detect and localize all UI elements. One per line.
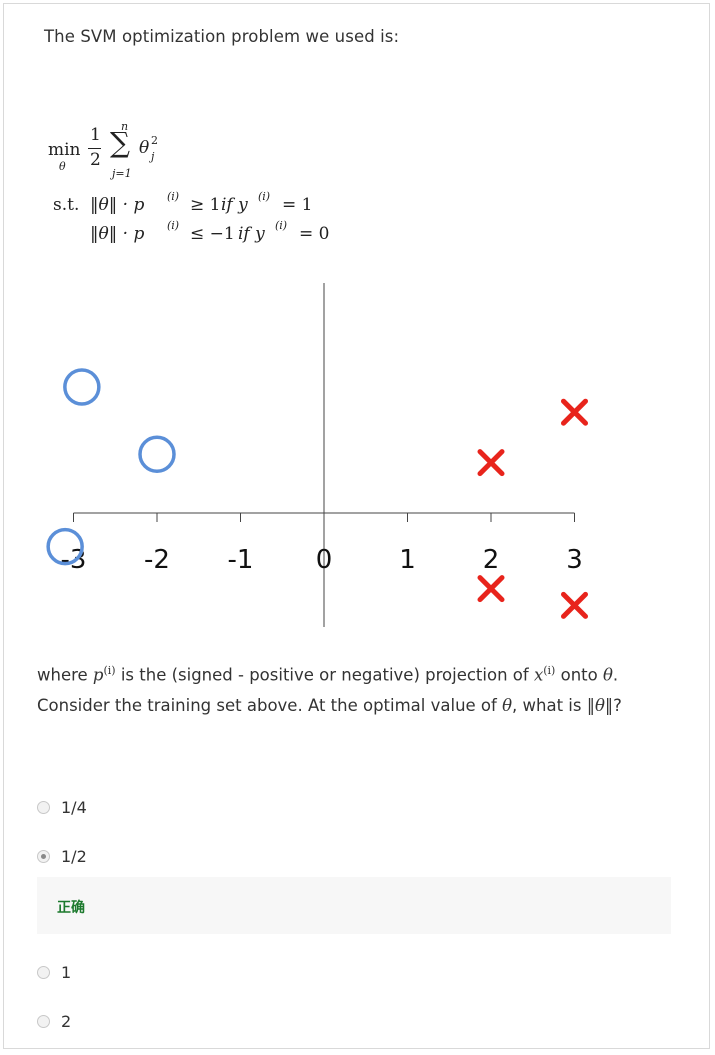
- answer-option-4[interactable]: 2: [37, 1010, 71, 1032]
- feedback-box: 正确: [37, 877, 671, 934]
- constraint1-condition: if y: [221, 195, 248, 215]
- question-text-part: onto: [555, 665, 603, 685]
- question-text-part: is the (signed - positive or negative) p…: [115, 665, 534, 685]
- constraint2-condition-sup: (i): [275, 219, 288, 232]
- svm-formula: min θ 1 2 n ∑ j=1 θ 2 j s.t. ‖θ‖ · p (i)…: [48, 120, 378, 250]
- question-text-part: ?: [613, 695, 622, 715]
- x-tick-label: 3: [566, 545, 583, 575]
- formula-theta-sup: 2: [151, 134, 158, 147]
- option-label: 2: [61, 1011, 72, 1031]
- x-symbol: x: [533, 665, 544, 685]
- constraint1-lhs: ‖θ‖ · p: [90, 195, 145, 215]
- training-set-plot: -3 -2 -1 0 1 2 3: [46, 283, 588, 627]
- x-tick-label: 2: [483, 545, 500, 575]
- question-text-part: where: [37, 665, 93, 685]
- formula-sum-symbol: ∑: [110, 126, 130, 159]
- formula-theta-sub: j: [151, 150, 155, 163]
- question-line-2: Consider the training set above. At the …: [37, 691, 677, 721]
- data-point-cross: [477, 575, 505, 603]
- question-text-part: Consider the training set above. At the …: [37, 695, 503, 715]
- formula-frac-bar: [88, 148, 101, 149]
- option-label: 1: [61, 962, 72, 982]
- data-point-circle: [63, 368, 101, 406]
- question-text-part: .: [612, 665, 619, 685]
- radio-button[interactable]: [37, 1014, 50, 1028]
- constraint2-lhs: ‖θ‖ · p: [90, 224, 145, 244]
- formula-theta: θ: [139, 138, 150, 158]
- radio-button-selected[interactable]: [37, 849, 50, 863]
- answer-option-1[interactable]: 1/4: [37, 796, 87, 818]
- constraint1-relation: ≥ 1: [190, 195, 221, 215]
- answer-option-2[interactable]: 1/2: [37, 845, 87, 867]
- constraint2-condition: if y: [238, 224, 265, 244]
- formula-st: s.t.: [53, 195, 80, 215]
- formula-min-subscript: θ: [59, 160, 66, 173]
- p-symbol: p: [92, 665, 104, 685]
- x-superscript: (i): [543, 664, 556, 677]
- option-label: 1/4: [61, 797, 87, 817]
- x-tick-label: 0: [316, 545, 333, 575]
- data-point-circle: [138, 435, 176, 473]
- constraint1-condition-rhs: = 1: [282, 195, 313, 215]
- constraint1-sup: (i): [167, 190, 180, 203]
- feedback-correct-label: 正确: [57, 900, 85, 916]
- constraint1-condition-sup: (i): [258, 190, 271, 203]
- answer-option-3[interactable]: 1: [37, 961, 71, 983]
- option-label: 1/2: [61, 846, 87, 866]
- question-text-part: , what is: [512, 695, 587, 715]
- question-intro: The SVM optimization problem we used is:: [44, 27, 400, 46]
- radio-button[interactable]: [37, 800, 50, 814]
- formula-sum-bottom: j=1: [112, 167, 132, 180]
- theta-symbol: θ: [502, 695, 513, 715]
- theta-norm: ‖θ‖: [586, 695, 614, 715]
- constraint2-relation: ≤ −1: [190, 224, 235, 244]
- constraint2-condition-rhs: = 0: [299, 224, 330, 244]
- formula-min: min: [48, 140, 81, 160]
- formula-frac-den: 2: [90, 150, 101, 170]
- formula-frac-num: 1: [90, 125, 101, 145]
- constraint2-sup: (i): [167, 219, 180, 232]
- data-point-cross: [561, 591, 588, 619]
- data-point-cross: [477, 449, 505, 477]
- x-tick-label: 1: [399, 545, 416, 575]
- data-point-cross: [561, 398, 588, 426]
- x-tick-label: -1: [228, 545, 254, 575]
- p-superscript: (i): [103, 664, 116, 677]
- x-tick-label: -2: [144, 545, 170, 575]
- theta-symbol: θ: [602, 665, 613, 685]
- question-line-1: where p(i) is the (signed - positive or …: [37, 656, 677, 691]
- radio-button[interactable]: [37, 965, 50, 979]
- question-text: where p(i) is the (signed - positive or …: [37, 656, 677, 721]
